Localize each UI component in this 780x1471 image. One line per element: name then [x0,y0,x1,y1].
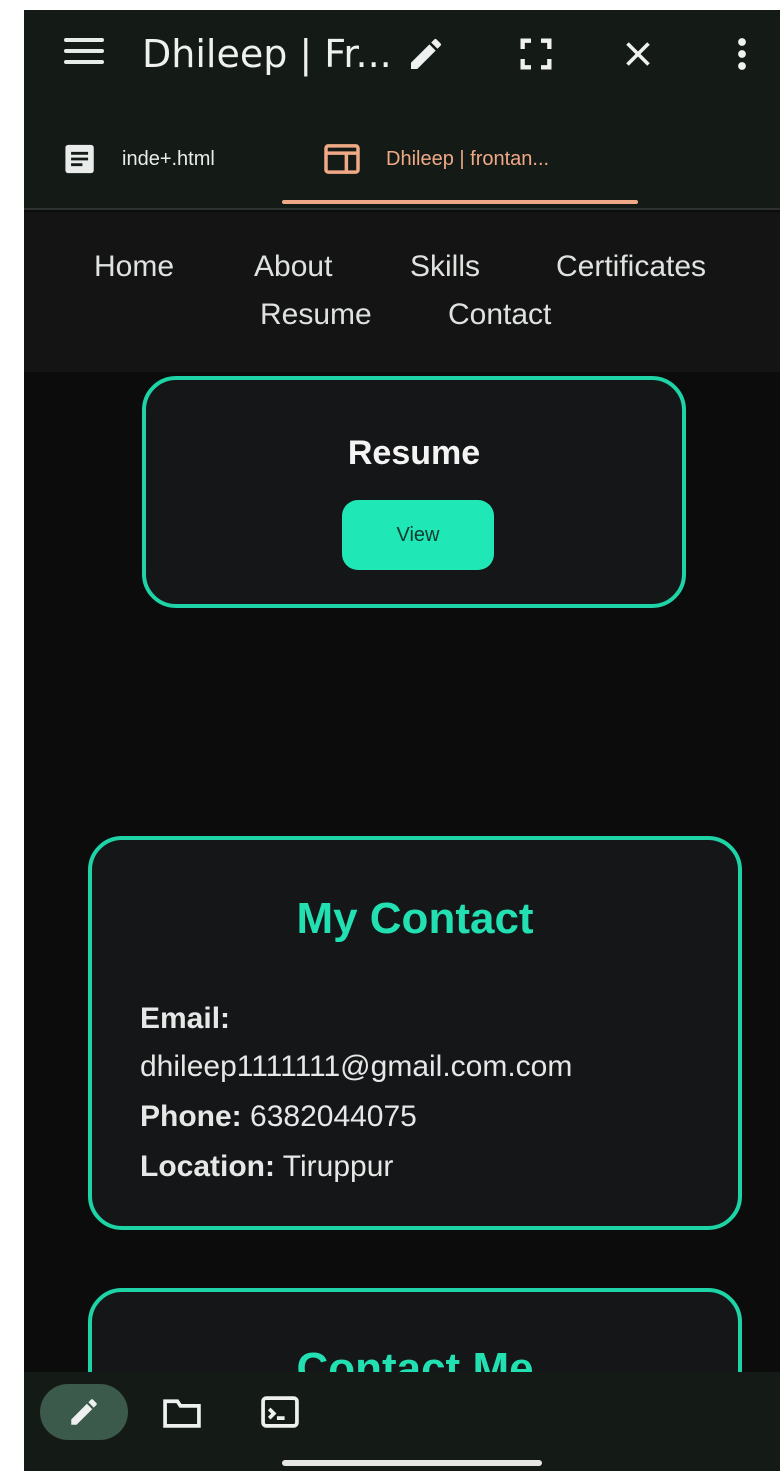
site-nav: Home About Skills Certificates Resume Co… [24,212,780,372]
nav-resume[interactable]: Resume [260,298,372,332]
document-icon [65,144,94,174]
nav-about[interactable]: About [254,250,332,284]
bottom-toolbar [24,1372,780,1471]
fullscreen-icon[interactable] [512,30,560,78]
nav-certificates[interactable]: Certificates [556,250,706,284]
close-icon[interactable] [614,30,662,78]
more-vert-icon[interactable] [718,30,766,78]
email-value[interactable]: dhileep1111111@gmail.com.com [140,1050,572,1084]
tab-dhileep-frontend[interactable]: Dhileep | frontan... [322,134,549,184]
resume-card: Resume View [142,376,686,608]
tab-index-html[interactable]: inde+.html [64,134,215,184]
phone-row: Phone: 6382044075 [140,1100,417,1134]
terminal-icon[interactable] [256,1390,304,1434]
pencil-icon[interactable] [402,30,450,78]
nav-home[interactable]: Home [94,250,174,284]
my-contact-card: My Contact Email: dhileep1111111@gmail.c… [88,836,742,1230]
phone-value[interactable]: 6382044075 [250,1100,417,1133]
email-row: Email: [140,1002,230,1036]
nav-skills[interactable]: Skills [410,250,480,284]
tab-label: Dhileep | frontan... [386,147,550,170]
app-bar: Dhileep | Fr... [24,10,780,100]
folder-icon[interactable] [158,1390,206,1434]
active-tab-indicator [282,200,638,204]
app-title: Dhileep | Fr... [142,32,392,76]
pencil-icon [71,1399,97,1425]
location-row: Location: Tiruppur [140,1150,393,1184]
contact-heading: My Contact [296,894,534,943]
location-label: Location: [140,1150,275,1183]
device-screen: Dhileep | Fr... inde+.html Dhileep | fro… [24,10,780,1471]
location-value: Tiruppur [282,1150,394,1183]
view-resume-button[interactable]: View [342,500,494,570]
menu-icon[interactable] [64,38,104,68]
email-label: Email: [140,1002,231,1035]
edit-mode-button[interactable] [40,1384,128,1440]
resume-title: Resume [347,434,481,472]
file-tab-bar: inde+.html Dhileep | frontan... [24,100,780,210]
browser-icon [324,144,360,174]
phone-label: Phone: [140,1100,242,1133]
nav-contact[interactable]: Contact [448,298,551,332]
home-indicator [282,1460,542,1466]
tab-label: inde+.html [122,147,215,170]
